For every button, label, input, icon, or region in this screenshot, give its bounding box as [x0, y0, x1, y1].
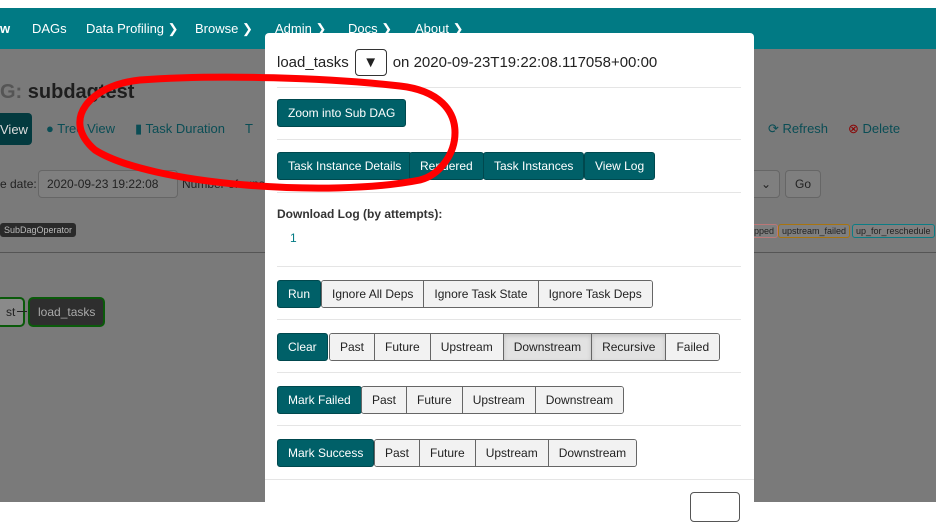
task-id: load_tasks — [277, 54, 349, 71]
state-upstream-failed[interactable]: upstream_failed — [778, 224, 851, 238]
clear-future-toggle[interactable]: Future — [375, 334, 431, 360]
divider — [277, 319, 741, 320]
clear-button[interactable]: Clear — [277, 333, 328, 361]
ignore-all-deps-toggle[interactable]: Ignore All Deps — [322, 281, 425, 307]
success-downstream-toggle[interactable]: Downstream — [548, 440, 637, 466]
task-instance-modal: load_tasks ▼ on 2020-09-23T19:22:08.1170… — [265, 33, 754, 522]
success-upstream-toggle[interactable]: Upstream — [475, 440, 549, 466]
log-attempt-link[interactable]: 1 — [290, 231, 297, 245]
divider — [277, 139, 741, 140]
clear-failed-toggle[interactable]: Failed — [666, 334, 720, 360]
failed-past-toggle[interactable]: Past — [362, 387, 408, 413]
filter-upstream-button[interactable]: ▼ — [354, 49, 387, 76]
edge — [17, 311, 27, 312]
runs-label: Number of runs: — [182, 177, 269, 191]
zoom-subdag-button[interactable]: Zoom into Sub DAG — [277, 99, 407, 127]
nav-dags[interactable]: DAGs — [32, 21, 67, 36]
state-skipped[interactable]: pped — [750, 224, 779, 238]
failed-future-toggle[interactable]: Future — [407, 387, 463, 413]
base-date-input[interactable]: 2020-09-23 19:22:08 — [38, 170, 178, 198]
base-date-label: e date: — [0, 177, 37, 191]
ignore-task-state-toggle[interactable]: Ignore Task State — [424, 281, 539, 307]
state-up-for-reschedule[interactable]: up_for_reschedule — [852, 224, 935, 238]
execution-date: on 2020-09-23T19:22:08.117058+00:00 — [392, 54, 658, 71]
mark-failed-button[interactable]: Mark Failed — [277, 386, 362, 414]
mark-success-button[interactable]: Mark Success — [277, 439, 375, 467]
divider — [277, 425, 741, 426]
run-button[interactable]: Run — [277, 280, 322, 308]
task-instances-button[interactable]: Task Instances — [483, 152, 585, 180]
divider — [265, 479, 754, 480]
ignore-task-deps-toggle[interactable]: Ignore Task Deps — [538, 281, 652, 307]
tab-graph-view[interactable]: View — [0, 113, 32, 145]
clear-upstream-toggle[interactable]: Upstream — [430, 334, 504, 360]
failed-upstream-toggle[interactable]: Upstream — [462, 387, 536, 413]
run-options: Ignore All Deps Ignore Task State Ignore… — [321, 280, 653, 308]
nav-data-profiling[interactable]: Data Profiling ❯ — [86, 21, 179, 37]
mark-success-options: Past Future Upstream Downstream — [374, 439, 638, 467]
dag-node[interactable]: st — [0, 297, 26, 327]
operator-badge: SubDagOperator — [0, 223, 77, 237]
task-instance-details-button[interactable]: Task Instance Details — [277, 152, 413, 180]
tab-task-duration[interactable]: ▮ Task Duration — [135, 121, 225, 137]
rendered-button[interactable]: Rendered — [409, 152, 484, 180]
clear-recursive-toggle[interactable]: Recursive — [592, 334, 667, 360]
divider — [277, 87, 741, 88]
clear-options: Past Future Upstream Downstream Recursiv… — [329, 333, 721, 361]
tab-tries[interactable]: T — [245, 121, 253, 136]
browser-top — [0, 0, 936, 8]
clear-downstream-toggle[interactable]: Downstream — [503, 334, 593, 360]
load-tasks-node[interactable]: load_tasks — [28, 297, 106, 327]
modal-header: load_tasks ▼ on 2020-09-23T19:22:08.1170… — [277, 49, 657, 76]
view-log-button[interactable]: View Log — [584, 152, 656, 180]
clear-past-toggle[interactable]: Past — [330, 334, 376, 360]
success-future-toggle[interactable]: Future — [420, 440, 476, 466]
mark-failed-options: Past Future Upstream Downstream — [361, 386, 625, 414]
divider — [277, 372, 741, 373]
nav-browse[interactable]: Browse ❯ — [195, 21, 253, 37]
delete-button[interactable]: ⊗ Delete — [848, 121, 900, 137]
success-past-toggle[interactable]: Past — [375, 440, 421, 466]
refresh-button[interactable]: ⟳ Refresh — [768, 121, 828, 137]
close-button[interactable] — [690, 492, 740, 522]
go-button[interactable]: Go — [785, 170, 821, 198]
divider — [277, 266, 741, 267]
divider — [277, 192, 741, 193]
page-title: G: subdagtest — [0, 81, 135, 103]
brand[interactable]: w — [0, 21, 10, 36]
download-log-label: Download Log (by attempts): — [277, 207, 443, 221]
failed-downstream-toggle[interactable]: Downstream — [535, 387, 624, 413]
filter-icon: ▼ — [363, 54, 379, 71]
tab-tree-view[interactable]: ● Tree View — [46, 121, 115, 136]
